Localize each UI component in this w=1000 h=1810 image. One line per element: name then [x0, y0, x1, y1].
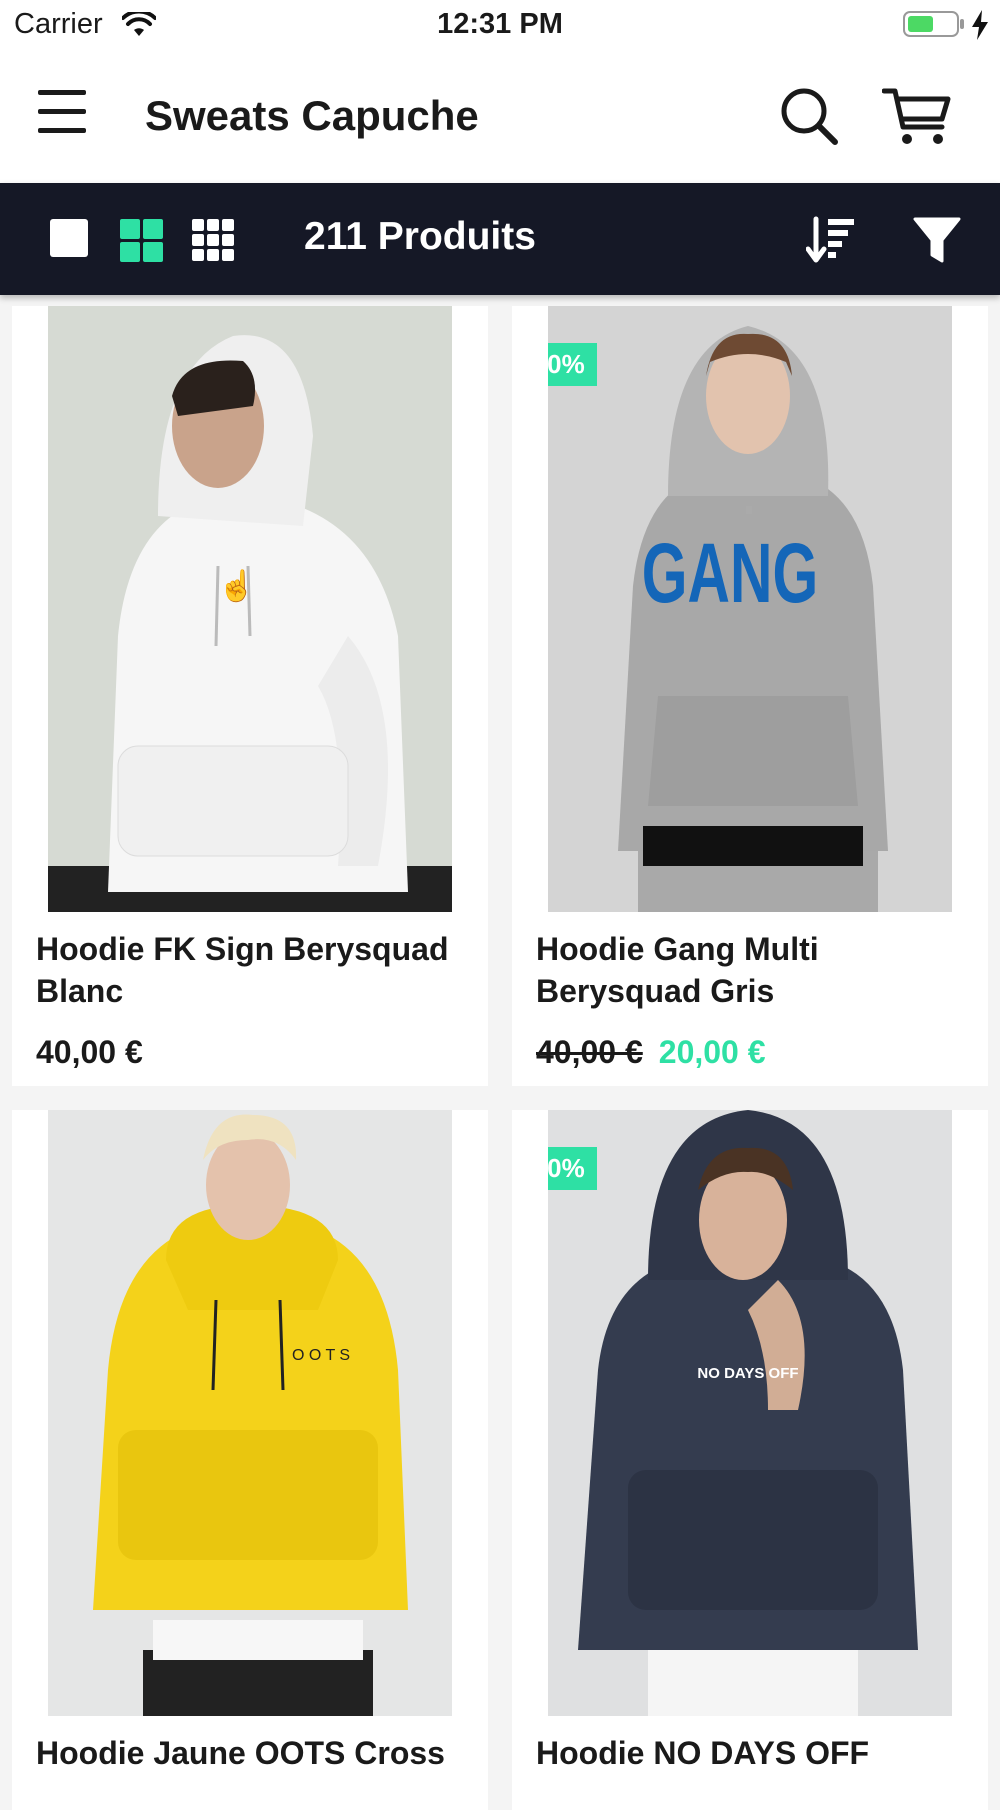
product-card[interactable]: GANG -50% Hoodie Gang Multi Berysquad Gr…	[512, 306, 988, 1086]
product-card[interactable]: ☝ Hoodie FK Sign Berysquad Blanc 40,00 €	[12, 306, 488, 1086]
product-name[interactable]: Hoodie NO DAYS OFF	[536, 1732, 976, 1774]
listing-toolbar: 211 Produits	[0, 183, 1000, 295]
discount-badge: -50%	[548, 1147, 597, 1190]
product-name[interactable]: Hoodie Gang Multi Berysquad Gris	[536, 928, 976, 1012]
charging-icon	[972, 10, 988, 40]
svg-text:O O T S: O O T S	[292, 1347, 350, 1364]
cart-icon[interactable]	[882, 85, 952, 147]
battery-icon	[903, 11, 964, 37]
product-card[interactable]: NO DAYS OFF -50% Hoodie NO DAYS OFF	[512, 1110, 988, 1810]
product-image[interactable]: ☝	[48, 306, 452, 912]
sale-price: 20,00 €	[658, 1034, 766, 1070]
product-count: 211 Produits	[304, 215, 536, 258]
product-card[interactable]: O O T S Hoodie Jaune OOTS Cross	[12, 1110, 488, 1810]
svg-text:NO DAYS OFF: NO DAYS OFF	[697, 1365, 798, 1382]
price-row: 40,00 € 20,00 €	[536, 1034, 766, 1071]
original-price: 40,00 €	[536, 1034, 643, 1070]
product-price: 40,00 €	[36, 1034, 143, 1070]
single-view-icon	[50, 219, 88, 257]
product-image[interactable]: GANG -50%	[548, 306, 952, 912]
hoodie-photo-yellow: O O T S	[48, 1110, 452, 1716]
status-bar: Carrier 12:31 PM	[0, 0, 1000, 50]
view-grid-2-button[interactable]	[120, 219, 164, 263]
product-image[interactable]: NO DAYS OFF -50%	[548, 1110, 952, 1716]
product-image[interactable]: O O T S	[48, 1110, 452, 1716]
product-name[interactable]: Hoodie FK Sign Berysquad Blanc	[36, 928, 476, 1012]
filter-icon[interactable]	[913, 215, 961, 265]
menu-button[interactable]	[38, 90, 86, 134]
product-name[interactable]: Hoodie Jaune OOTS Cross	[36, 1732, 476, 1774]
hoodie-photo-navy: NO DAYS OFF	[548, 1110, 952, 1716]
view-single-button[interactable]	[50, 219, 94, 263]
sort-icon[interactable]	[806, 215, 856, 265]
hoodie-photo-grey: GANG	[548, 306, 952, 912]
search-icon[interactable]	[778, 85, 840, 147]
view-grid-3-button[interactable]	[192, 219, 236, 263]
clock: 12:31 PM	[437, 8, 563, 40]
page-title: Sweats Capuche	[145, 92, 479, 139]
price-row: 40,00 €	[36, 1034, 143, 1071]
svg-text:GANG: GANG	[642, 527, 818, 621]
app-header: Sweats Capuche	[0, 50, 1000, 183]
discount-badge: -50%	[548, 343, 597, 386]
svg-text:☝: ☝	[218, 567, 255, 604]
hoodie-photo-white: ☝	[48, 306, 452, 912]
